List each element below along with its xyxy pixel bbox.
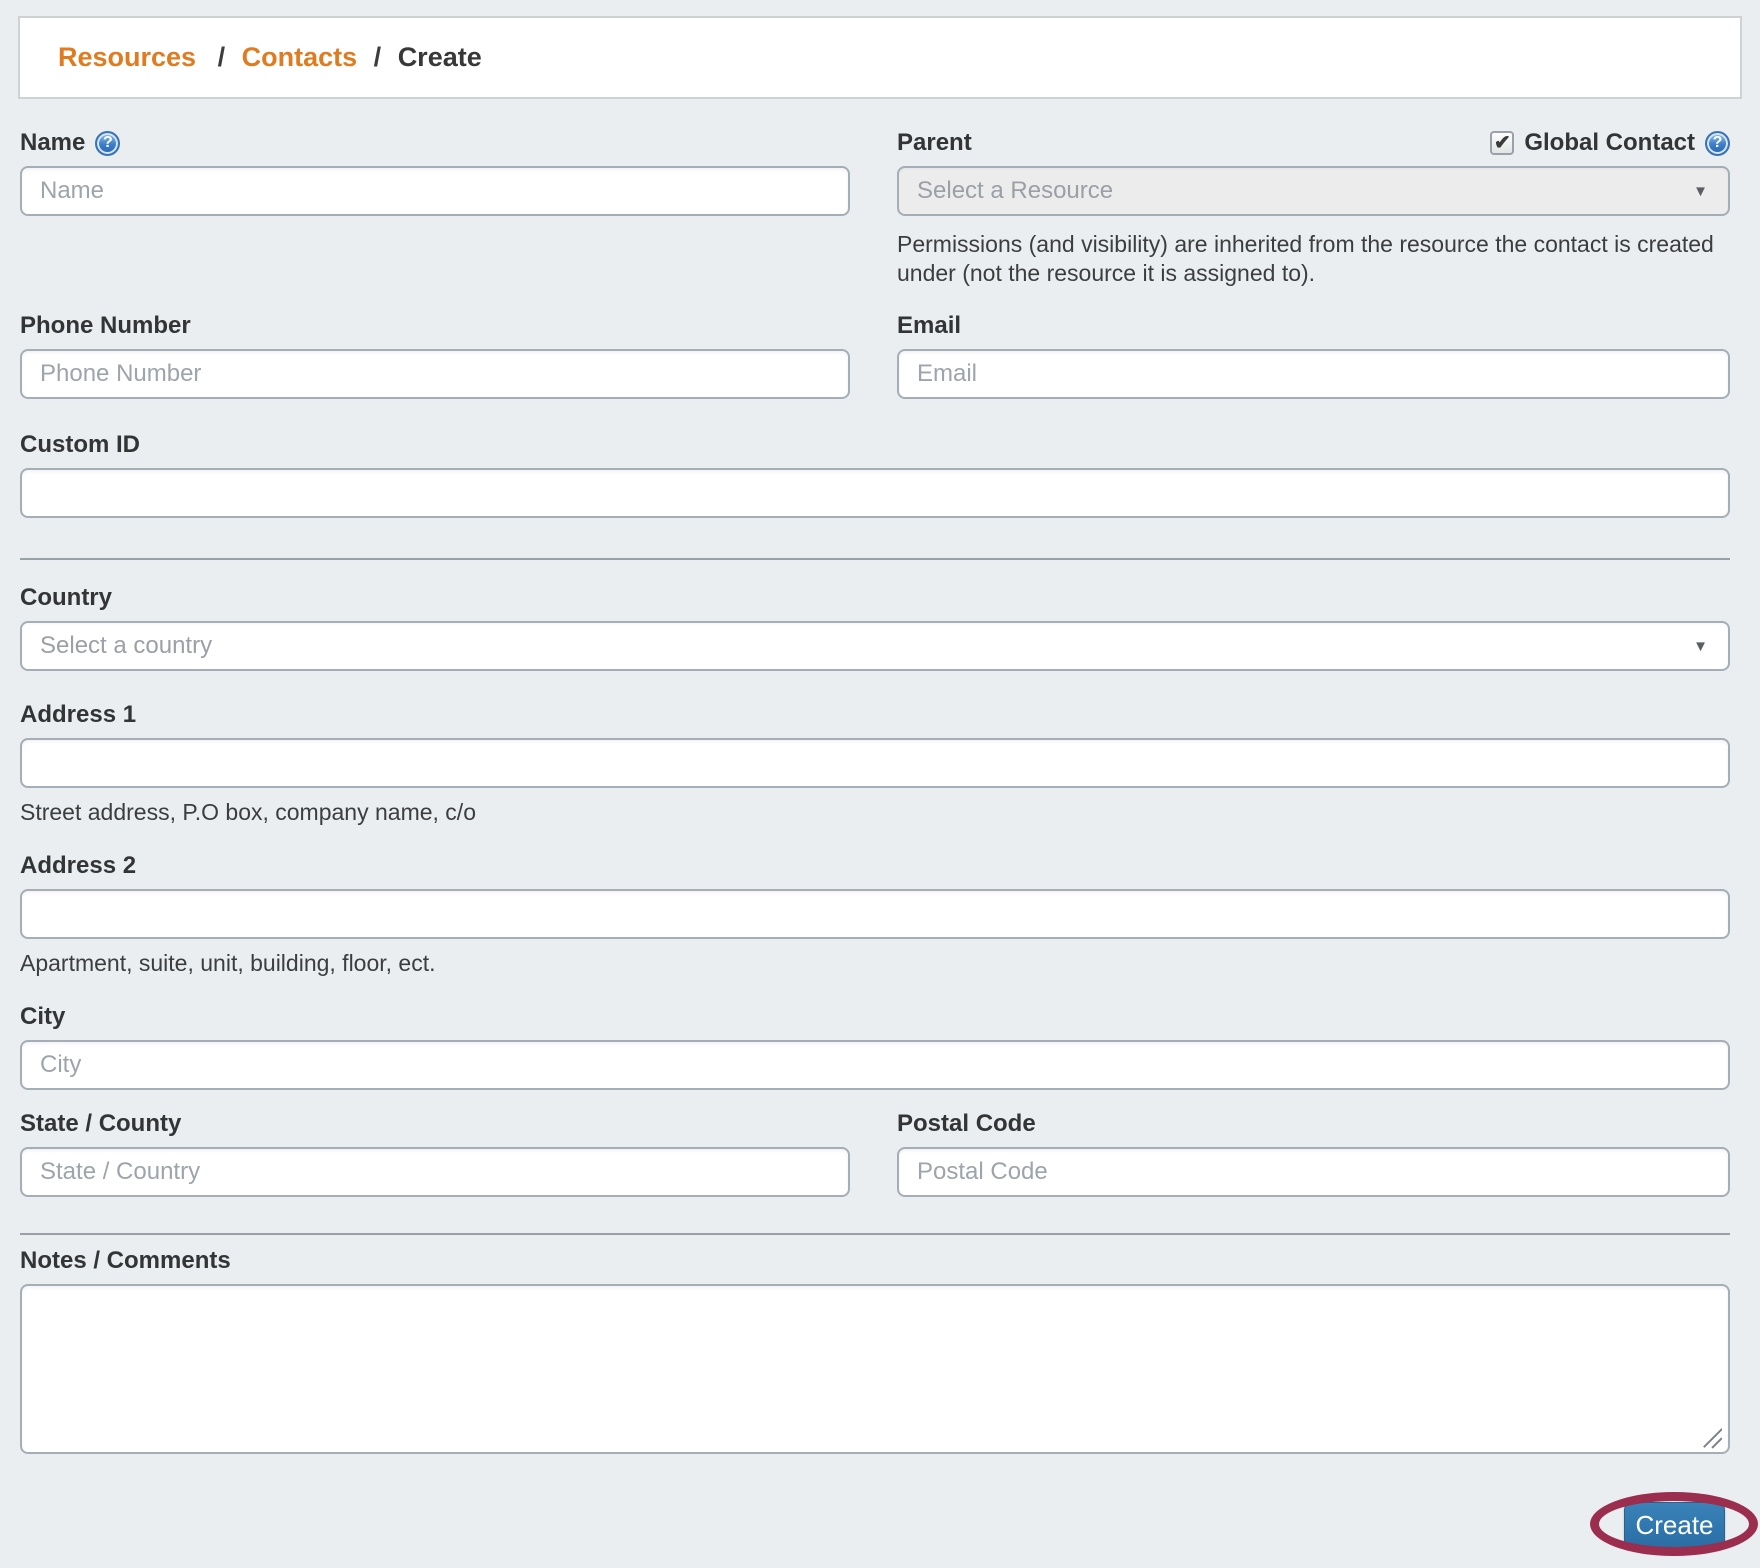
email-label: Email [897, 312, 962, 339]
notes-textarea[interactable] [20, 1284, 1730, 1454]
postal-code-label: Postal Code [897, 1110, 1036, 1137]
parent-permissions-note: Permissions (and visibility) are inherit… [897, 231, 1714, 286]
notes-comments-label: Notes / Comments [20, 1247, 231, 1274]
breadcrumb-separator: / [217, 42, 226, 72]
global-contact-label: Global Contact [1524, 129, 1695, 156]
address1-label: Address 1 [20, 701, 137, 728]
city-label: City [20, 1003, 66, 1030]
phone-number-label: Phone Number [20, 312, 191, 339]
check-icon: ✔ [1493, 132, 1511, 154]
postal-code-input[interactable] [897, 1147, 1730, 1197]
name-input[interactable] [20, 166, 850, 216]
city-input[interactable] [20, 1040, 1730, 1090]
breadcrumb-separator: / [373, 42, 382, 72]
address1-helper-text: Street address, P.O box, company name, c… [20, 799, 476, 825]
dropdown-arrow-icon: ▼ [1693, 182, 1708, 200]
create-contact-form: Name ? Parent ✔ Global Contact ? Select [0, 129, 1760, 1556]
address2-input[interactable] [20, 889, 1730, 939]
section-divider [20, 558, 1730, 560]
state-county-label: State / County [20, 1110, 182, 1137]
breadcrumb-link-resources[interactable]: Resources [58, 42, 196, 72]
country-select-placeholder: Select a country [40, 632, 213, 659]
parent-label: Parent [897, 129, 972, 156]
global-contact-checkbox[interactable]: ✔ [1490, 131, 1515, 155]
email-input[interactable] [897, 349, 1730, 399]
country-label: Country [20, 584, 112, 611]
resize-grip[interactable] [1698, 1425, 1722, 1449]
breadcrumb: Resources / Contacts / Create [18, 16, 1742, 99]
section-divider [20, 1233, 1730, 1235]
global-contact-help-icon[interactable]: ? [1705, 130, 1730, 156]
parent-select[interactable]: Select a Resource ▼ [897, 166, 1730, 216]
custom-id-label: Custom ID [20, 431, 140, 458]
name-label: Name ? [20, 129, 850, 157]
breadcrumb-link-contacts[interactable]: Contacts [242, 42, 358, 72]
breadcrumb-current-create: Create [397, 42, 482, 72]
country-select[interactable]: Select a country ▼ [20, 621, 1730, 671]
address2-label: Address 2 [20, 852, 137, 879]
dropdown-arrow-icon: ▼ [1693, 637, 1708, 655]
state-county-input[interactable] [20, 1147, 850, 1197]
name-help-icon[interactable]: ? [95, 130, 121, 156]
address1-input[interactable] [20, 738, 1730, 788]
phone-number-input[interactable] [20, 349, 850, 399]
create-button[interactable]: Create [1624, 1502, 1725, 1549]
address2-helper-text: Apartment, suite, unit, building, floor,… [20, 950, 436, 976]
custom-id-input[interactable] [20, 468, 1730, 518]
parent-select-placeholder: Select a Resource [917, 177, 1114, 204]
